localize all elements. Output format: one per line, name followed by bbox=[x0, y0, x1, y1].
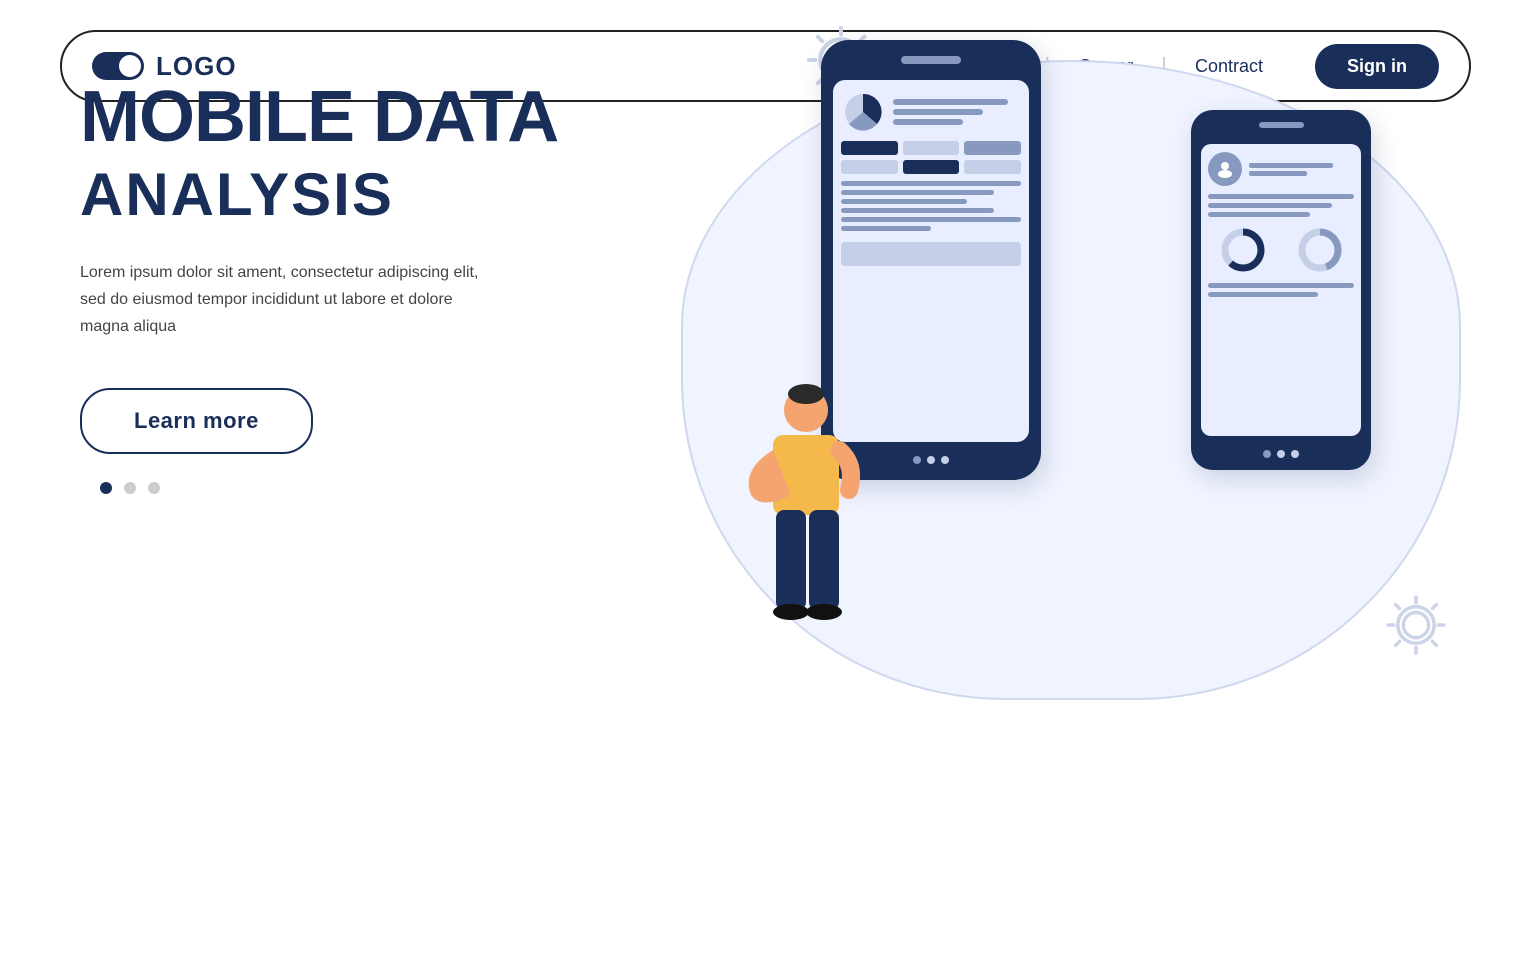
bottom-bar bbox=[841, 242, 1021, 266]
dblock-3 bbox=[964, 141, 1021, 155]
dblock-5 bbox=[903, 160, 960, 174]
chart-line-1 bbox=[893, 99, 1008, 105]
hero-illustration bbox=[641, 0, 1501, 740]
person-illustration bbox=[741, 380, 871, 660]
phone-speaker bbox=[901, 56, 961, 64]
carousel-dots bbox=[100, 482, 640, 494]
chart-line-2 bbox=[893, 109, 983, 115]
donuts-row bbox=[1208, 225, 1354, 275]
text-lines-1 bbox=[841, 181, 1021, 231]
logo-toggle-icon[interactable] bbox=[92, 52, 144, 80]
chart-row bbox=[841, 90, 1021, 134]
phone-small bbox=[1191, 110, 1371, 470]
dot-2[interactable] bbox=[124, 482, 136, 494]
dblock-2 bbox=[903, 141, 960, 155]
phone-small-dots bbox=[1201, 450, 1361, 458]
dblock-6 bbox=[964, 160, 1021, 174]
phone-small-speaker bbox=[1259, 122, 1304, 128]
gear-right-icon bbox=[1381, 590, 1451, 660]
chart-line-3 bbox=[893, 119, 963, 125]
avatar-icon bbox=[1208, 152, 1242, 186]
dblock-1 bbox=[841, 141, 898, 155]
hero-title-sub: ANALYSIS bbox=[80, 160, 640, 229]
avatar-text-lines bbox=[1249, 163, 1354, 176]
donut-chart-2 bbox=[1295, 225, 1345, 275]
dblock-row-2 bbox=[841, 160, 1021, 174]
text-lines-small bbox=[1208, 194, 1354, 217]
phone-small-screen bbox=[1201, 144, 1361, 436]
dblock-4 bbox=[841, 160, 898, 174]
dblock-row-1 bbox=[841, 141, 1021, 155]
donut-chart-1 bbox=[1218, 225, 1268, 275]
data-blocks bbox=[841, 141, 1021, 174]
dot-3[interactable] bbox=[148, 482, 160, 494]
text-lines-small-2 bbox=[1208, 283, 1354, 297]
avatar-row bbox=[1208, 152, 1354, 186]
dot-1[interactable] bbox=[100, 482, 112, 494]
learn-more-button[interactable]: Learn more bbox=[80, 388, 313, 454]
hero-description: Lorem ipsum dolor sit ament, consectetur… bbox=[80, 259, 500, 341]
pie-chart-icon bbox=[841, 90, 885, 134]
chart-lines bbox=[893, 99, 1021, 125]
hero-left: MOBILE DATA ANALYSIS Lorem ipsum dolor s… bbox=[80, 80, 640, 494]
hero-title-main: MOBILE DATA bbox=[80, 80, 640, 156]
